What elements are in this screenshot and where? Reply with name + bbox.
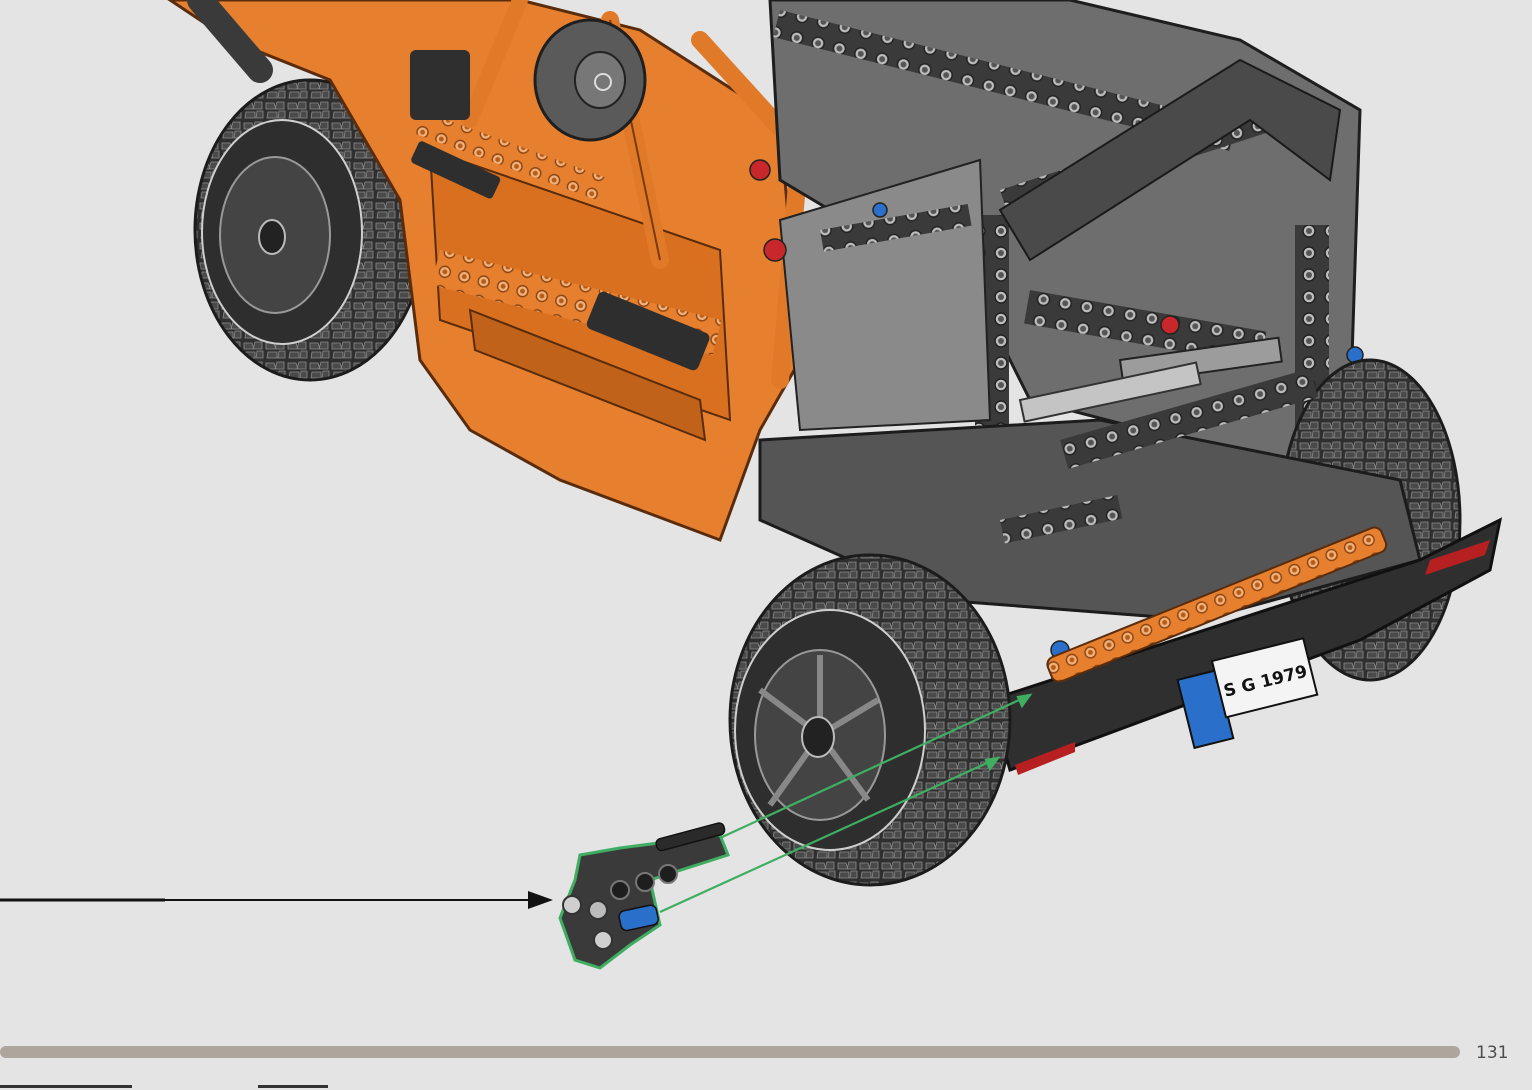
rear-left-wheel bbox=[728, 553, 1012, 887]
new-part-assembly bbox=[558, 822, 730, 970]
instruction-page: S G 1979 131 bbox=[0, 0, 1532, 1090]
progress-bar bbox=[0, 1046, 1460, 1058]
page-number: 131 bbox=[1476, 1043, 1509, 1063]
bottom-mark-left bbox=[0, 1085, 132, 1088]
bottom-mark-right bbox=[258, 1085, 328, 1088]
callout-arrow bbox=[0, 891, 553, 909]
build-step-illustration: S G 1979 bbox=[0, 0, 1503, 970]
